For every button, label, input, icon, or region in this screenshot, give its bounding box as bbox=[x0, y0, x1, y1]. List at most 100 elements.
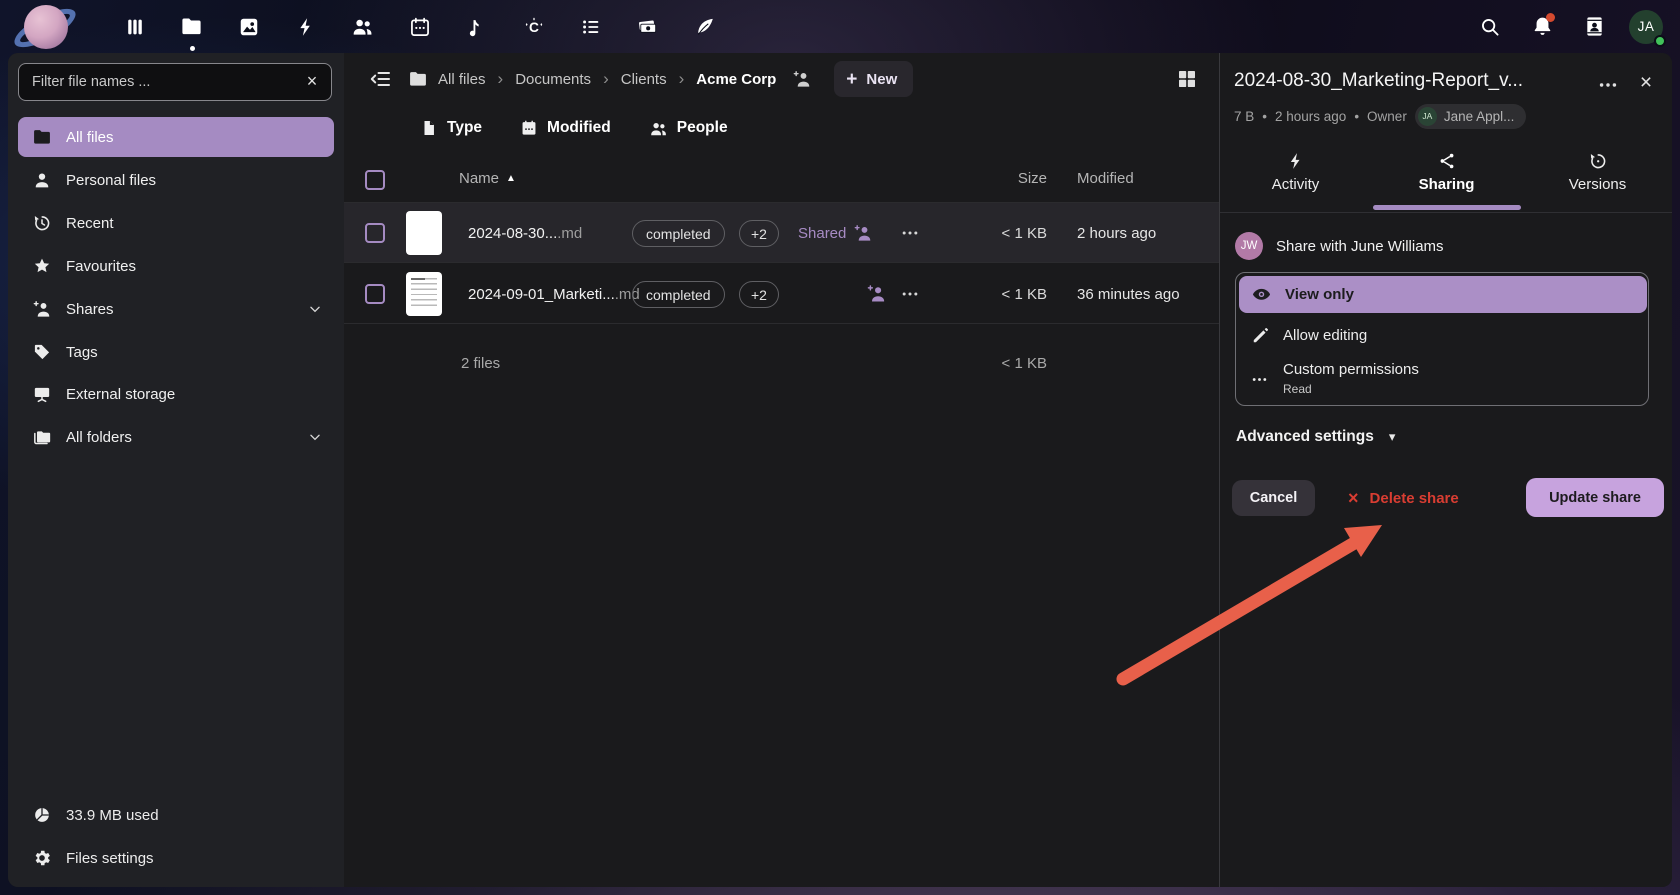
tag-chip-more[interactable]: +2 bbox=[739, 281, 779, 308]
app-notes[interactable] bbox=[676, 0, 733, 53]
chevron-down-icon[interactable] bbox=[308, 430, 322, 449]
app-files[interactable] bbox=[163, 0, 220, 53]
contacts-menu-button[interactable] bbox=[1568, 0, 1620, 53]
sidebar-item-all-folders[interactable]: All folders bbox=[18, 417, 334, 457]
bolt-icon bbox=[1286, 151, 1306, 171]
breadcrumb-bar: All files › Documents › Clients › Acme C… bbox=[364, 59, 913, 99]
gear-icon bbox=[32, 848, 52, 868]
sidebar-item-label: Shares bbox=[66, 301, 114, 318]
option-custom-permissions[interactable]: Custom permissions Read bbox=[1239, 359, 1647, 401]
panel-actions-button[interactable] bbox=[1594, 73, 1622, 97]
shared-indicator[interactable]: Shared bbox=[798, 203, 873, 263]
filter-type-chip[interactable]: Type bbox=[420, 119, 482, 137]
collapse-sidebar-button[interactable] bbox=[364, 62, 398, 96]
custom-permissions-sublabel: Read bbox=[1283, 382, 1312, 396]
active-tab-underline bbox=[1373, 205, 1521, 210]
person-plus-icon[interactable] bbox=[866, 283, 887, 304]
owner-chip[interactable]: JA Jane Appl... bbox=[1415, 104, 1527, 129]
file-row-2024-08-30[interactable]: 2024-08-30... .md completed +2 Shared < … bbox=[344, 203, 1219, 263]
tab-activity[interactable]: Activity bbox=[1220, 141, 1371, 213]
file-modified: 36 minutes ago bbox=[1077, 264, 1180, 324]
tab-versions[interactable]: Versions bbox=[1522, 141, 1672, 213]
file-row-2024-09-01[interactable]: 2024-09-01_Marketi....md completed +2 < … bbox=[344, 264, 1219, 324]
file-modified: 2 hours ago bbox=[1077, 203, 1156, 263]
grid-view-toggle[interactable] bbox=[1172, 64, 1202, 94]
app-recognize[interactable]: C bbox=[505, 0, 562, 53]
app-cospend[interactable] bbox=[619, 0, 676, 53]
tag-chip-completed[interactable]: completed bbox=[632, 281, 725, 308]
chevron-right-icon: › bbox=[601, 69, 611, 89]
row-actions-button[interactable] bbox=[898, 283, 922, 305]
person-plus-icon bbox=[853, 223, 873, 243]
breadcrumb-clients[interactable]: Clients bbox=[621, 71, 667, 88]
row-actions-button[interactable] bbox=[898, 222, 922, 244]
eye-icon bbox=[1251, 284, 1272, 305]
app-calendar[interactable] bbox=[391, 0, 448, 53]
sidebar-item-personal-files[interactable]: Personal files bbox=[18, 160, 334, 200]
app-dashboard[interactable] bbox=[106, 0, 163, 53]
tab-sharing[interactable]: Sharing bbox=[1371, 141, 1522, 213]
people-icon bbox=[649, 119, 668, 138]
clear-filter-icon[interactable]: × bbox=[301, 70, 323, 92]
sidebar-item-favourites[interactable]: Favourites bbox=[18, 246, 334, 286]
filter-input[interactable] bbox=[18, 63, 332, 101]
permission-options-group: View only Allow editing Custom permissio… bbox=[1235, 272, 1649, 406]
owner-label: Owner bbox=[1367, 109, 1407, 124]
contact-card-icon bbox=[1583, 15, 1606, 38]
breadcrumb-acme-corp[interactable]: Acme Corp bbox=[696, 71, 776, 88]
app-contacts[interactable] bbox=[334, 0, 391, 53]
sidebar-item-label: Favourites bbox=[66, 258, 136, 275]
filter-people-chip[interactable]: People bbox=[649, 119, 728, 138]
sidebar-item-all-files[interactable]: All files bbox=[18, 117, 334, 157]
owner-name: Jane Appl... bbox=[1444, 109, 1515, 124]
share-recipient-row: JW Share with June Williams bbox=[1235, 229, 1444, 263]
column-header-modified[interactable]: Modified bbox=[1077, 170, 1134, 187]
close-icon: × bbox=[1640, 71, 1652, 95]
chevron-down-icon[interactable] bbox=[308, 302, 322, 321]
select-all-checkbox[interactable] bbox=[365, 170, 385, 190]
dashboard-icon bbox=[124, 16, 146, 38]
breadcrumb-all-files[interactable]: All files bbox=[438, 71, 486, 88]
share-folder-icon[interactable] bbox=[792, 69, 812, 89]
option-view-only[interactable]: View only bbox=[1239, 276, 1647, 313]
advanced-settings-toggle[interactable]: Advanced settings ▾ bbox=[1236, 423, 1395, 451]
sidebar-item-recent[interactable]: Recent bbox=[18, 203, 334, 243]
app-tasks[interactable] bbox=[562, 0, 619, 53]
cancel-button[interactable]: Cancel bbox=[1232, 480, 1315, 516]
column-header-size[interactable]: Size bbox=[957, 170, 1047, 187]
new-button[interactable]: + New bbox=[834, 61, 913, 97]
delete-share-button[interactable]: × Delete share bbox=[1338, 480, 1469, 516]
file-size-meta: 7 B bbox=[1234, 109, 1254, 124]
update-share-button[interactable]: Update share bbox=[1526, 478, 1664, 517]
sidebar-item-label: External storage bbox=[66, 386, 175, 403]
photos-icon bbox=[238, 16, 260, 38]
history-icon bbox=[1588, 151, 1608, 171]
option-allow-editing[interactable]: Allow editing bbox=[1239, 321, 1647, 349]
sidebar-item-tags[interactable]: Tags bbox=[18, 332, 334, 372]
sidebar-item-shares[interactable]: Shares bbox=[18, 289, 334, 329]
nextcloud-logo[interactable] bbox=[14, 0, 76, 57]
tag-chip-completed[interactable]: completed bbox=[632, 220, 725, 247]
file-name[interactable]: 2024-09-01_Marketi....md bbox=[468, 264, 640, 324]
storage-usage[interactable]: 33.9 MB used bbox=[18, 797, 334, 833]
tag-chip-more[interactable]: +2 bbox=[739, 220, 779, 247]
search-icon bbox=[1479, 16, 1501, 38]
row-checkbox[interactable] bbox=[365, 223, 385, 243]
row-checkbox[interactable] bbox=[365, 284, 385, 304]
user-menu-button[interactable]: JA bbox=[1620, 0, 1672, 53]
file-name[interactable]: 2024-08-30... .md bbox=[468, 203, 582, 263]
files-settings[interactable]: Files settings bbox=[18, 840, 334, 876]
history-icon bbox=[32, 213, 52, 233]
app-activity[interactable] bbox=[277, 0, 334, 53]
app-music[interactable] bbox=[448, 0, 505, 53]
unified-search-button[interactable] bbox=[1464, 0, 1516, 53]
notifications-button[interactable] bbox=[1516, 0, 1568, 53]
close-panel-button[interactable]: × bbox=[1632, 69, 1660, 97]
files-settings-label: Files settings bbox=[66, 850, 154, 867]
column-header-name[interactable]: Name ▲ bbox=[459, 170, 516, 187]
breadcrumb-documents[interactable]: Documents bbox=[515, 71, 591, 88]
filter-modified-chip[interactable]: Modified bbox=[520, 119, 611, 137]
app-photos[interactable] bbox=[220, 0, 277, 53]
tag-icon bbox=[32, 342, 52, 362]
sidebar-item-external-storage[interactable]: External storage bbox=[18, 374, 334, 414]
